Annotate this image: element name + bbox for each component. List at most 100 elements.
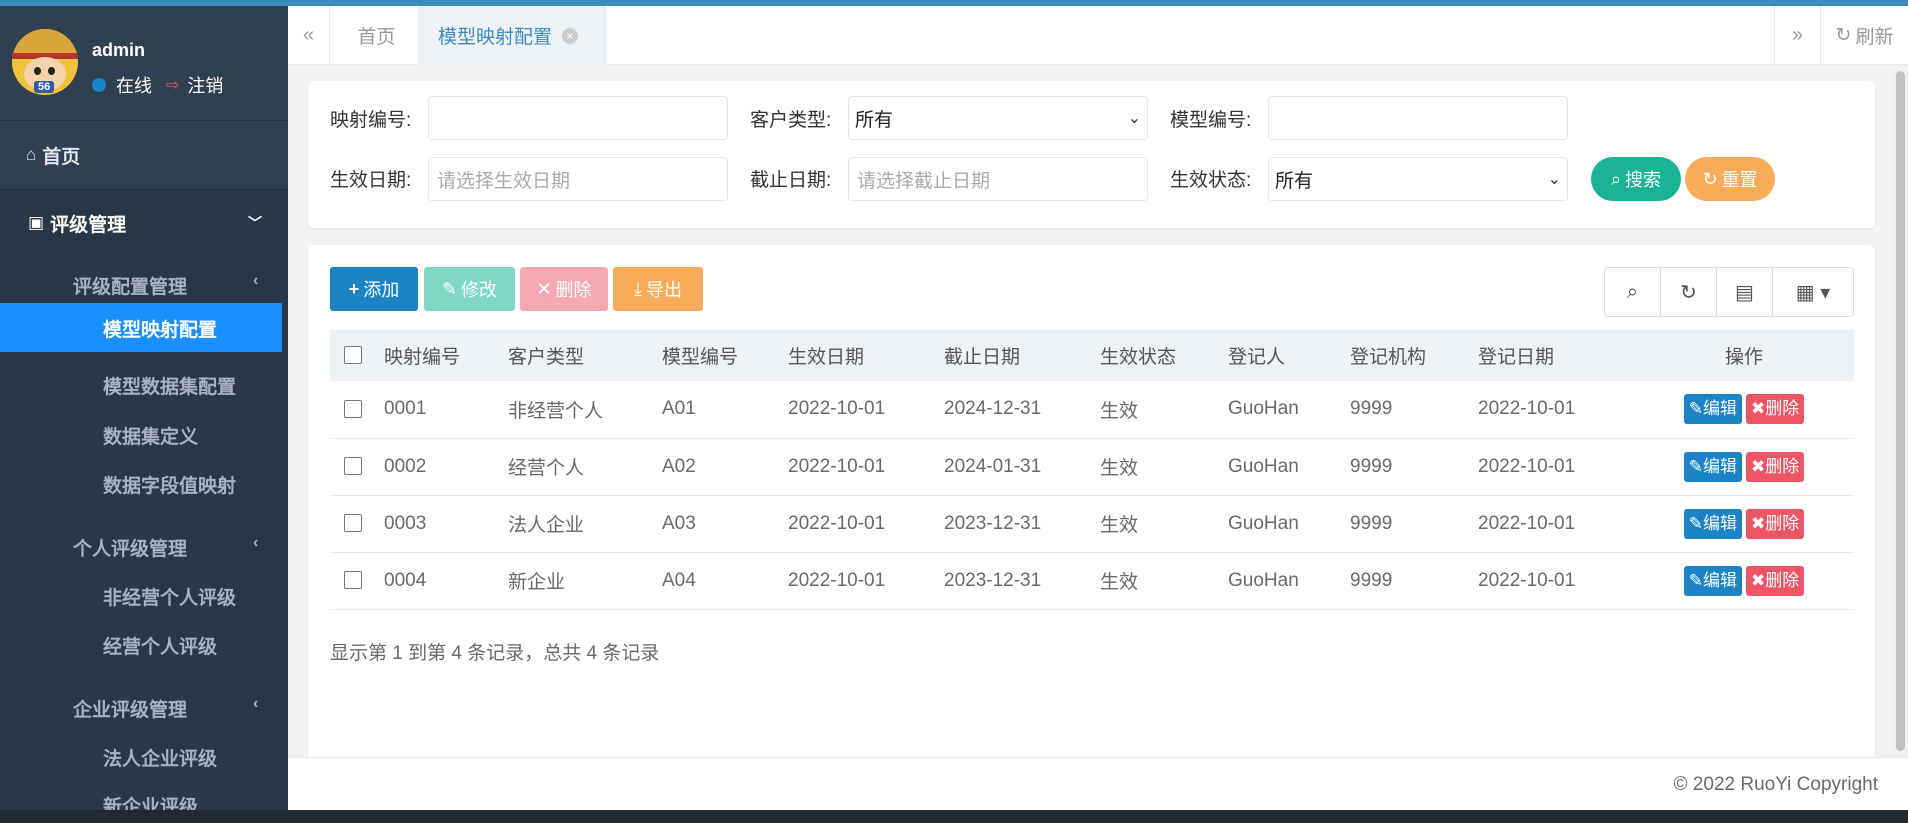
customer-type-label: 客户类型:: [750, 110, 832, 131]
cell-end-date: 2023-12-31: [940, 495, 1096, 553]
row-edit-button[interactable]: ✎编辑: [1683, 508, 1742, 539]
cell-status: 生效: [1096, 495, 1224, 553]
cell-end-date: 2024-12-31: [940, 381, 1096, 439]
edit-button[interactable]: ✎ 修改: [424, 267, 515, 311]
mapping-no-input[interactable]: [428, 96, 728, 140]
copyright: © 2022 RuoYi Copyright: [1673, 774, 1878, 795]
column-header[interactable]: 登记机构: [1346, 330, 1474, 381]
edit-icon: ✎: [1688, 570, 1703, 590]
search-icon[interactable]: ⌕: [1605, 268, 1661, 316]
cell-effective-date: 2022-10-01: [784, 495, 940, 553]
cell-end-date: 2024-01-31: [940, 438, 1096, 496]
row-checkbox[interactable]: [344, 571, 362, 590]
column-header[interactable]: 客户类型: [504, 330, 658, 381]
pagination-info: 显示第 1 到第 4 条记录，总共 4 条记录: [330, 643, 660, 664]
cell-registrant: GuoHan: [1224, 438, 1346, 496]
sidebar-group-personal[interactable]: 个人评级管理 ‹: [73, 534, 258, 561]
select-all-checkbox[interactable]: [344, 346, 362, 365]
tab-model-mapping[interactable]: 模型映射配置 ×: [418, 6, 606, 65]
cell-registrant: GuoHan: [1224, 381, 1346, 439]
cell-status: 生效: [1096, 438, 1224, 496]
cell-model-no: A04: [658, 552, 784, 610]
user-status: 在线 ⇨ 注销: [92, 72, 223, 98]
table-view-icon[interactable]: ▤: [1717, 268, 1773, 316]
refresh-tab-button[interactable]: ↻ 刷新: [1820, 6, 1908, 65]
cell-register-date: 2022-10-01: [1474, 552, 1630, 610]
row-checkbox[interactable]: [344, 514, 362, 533]
refresh-icon[interactable]: ↻: [1661, 268, 1717, 316]
row-delete-button[interactable]: ✖删除: [1746, 451, 1805, 482]
row-checkbox[interactable]: [344, 457, 362, 476]
chevron-down-icon: ⌄: [1547, 171, 1561, 188]
tab-home[interactable]: 首页: [330, 6, 424, 65]
cell-status: 生效: [1096, 552, 1224, 610]
column-header[interactable]: 截止日期: [940, 330, 1096, 381]
logout-link[interactable]: 注销: [187, 72, 223, 98]
column-header[interactable]: 生效状态: [1096, 330, 1224, 381]
sidebar-item-home[interactable]: ⌂ 首页: [0, 120, 288, 190]
table-row[interactable]: 0004 新企业 A04 2022-10-01 2023-12-31 生效 Gu…: [330, 552, 1854, 610]
sidebar-item-model-mapping[interactable]: 模型映射配置: [0, 303, 282, 352]
table-row[interactable]: 0003 法人企业 A03 2022-10-01 2023-12-31 生效 G…: [330, 495, 1854, 553]
chevron-down-icon: ﹀: [248, 215, 262, 231]
table-row[interactable]: 0001 非经营个人 A01 2022-10-01 2024-12-31 生效 …: [330, 381, 1854, 439]
sidebar-group-config[interactable]: 评级配置管理 ‹: [73, 272, 258, 299]
home-icon: ⌂: [26, 145, 37, 164]
customer-type-select[interactable]: 所有 ⌄: [848, 96, 1148, 140]
table-row[interactable]: 0002 经营个人 A02 2022-10-01 2024-01-31 生效 G…: [330, 438, 1854, 496]
sidebar: 56 admin 在线 ⇨ 注销 ⌂ 首页 ▣ 评级管理 ﹀ 评级配置管理 ‹ …: [0, 6, 288, 811]
search-button[interactable]: ⌕ 搜索: [1591, 157, 1681, 201]
column-header[interactable]: 生效日期: [784, 330, 940, 381]
refresh-icon: ↻: [1702, 168, 1718, 189]
reset-button[interactable]: ↻ 重置: [1685, 157, 1775, 201]
cell-registrant: GuoHan: [1224, 495, 1346, 553]
model-no-input[interactable]: [1268, 96, 1568, 140]
delete-button[interactable]: ✕ 删除: [520, 267, 608, 311]
column-header[interactable]: 登记人: [1224, 330, 1346, 381]
cell-customer-type: 非经营个人: [504, 381, 658, 439]
row-edit-button[interactable]: ✎编辑: [1683, 394, 1742, 425]
cell-end-date: 2023-12-31: [940, 552, 1096, 610]
cell-actions: ✎编辑 ✖删除: [1630, 495, 1854, 553]
row-checkbox[interactable]: [344, 400, 362, 419]
row-edit-button[interactable]: ✎编辑: [1683, 451, 1742, 482]
end-date-input[interactable]: 请选择截止日期: [848, 157, 1148, 201]
cell-registrant: GuoHan: [1224, 552, 1346, 610]
page-scrollbar[interactable]: [1893, 65, 1908, 757]
column-header[interactable]: 模型编号: [658, 330, 784, 381]
sidebar-item-field-value-mapping[interactable]: 数据字段值映射: [103, 471, 236, 498]
row-delete-button[interactable]: ✖删除: [1746, 394, 1805, 425]
sidebar-item-rating[interactable]: ▣ 评级管理 ﹀: [0, 190, 288, 256]
table-header-row: 映射编号 客户类型 模型编号 生效日期 截止日期 生效状态 登记人 登记机构 登…: [330, 330, 1854, 381]
columns-icon[interactable]: ▦ ▾: [1773, 268, 1853, 316]
row-edit-button[interactable]: ✎编辑: [1683, 565, 1742, 596]
tab-scroll-left-icon[interactable]: «: [288, 6, 330, 65]
logout-icon[interactable]: ⇨: [166, 75, 179, 95]
sidebar-item-dataset-definition[interactable]: 数据集定义: [103, 422, 198, 449]
column-header[interactable]: 映射编号: [380, 330, 504, 381]
export-button[interactable]: ⤓ 导出: [613, 267, 703, 311]
row-delete-button[interactable]: ✖删除: [1746, 565, 1805, 596]
add-button[interactable]: + 添加: [330, 267, 418, 311]
avatar[interactable]: 56: [12, 29, 78, 95]
close-icon[interactable]: ×: [562, 27, 579, 44]
sidebar-item-non-business-personal[interactable]: 非经营个人评级: [103, 583, 236, 610]
row-delete-button[interactable]: ✖删除: [1746, 508, 1805, 539]
chevron-left-icon: ‹: [253, 272, 259, 289]
effective-date-input[interactable]: 请选择生效日期: [428, 157, 728, 201]
tab-scroll-right-icon[interactable]: »: [1774, 6, 1820, 65]
cell-register-date: 2022-10-01: [1474, 495, 1630, 553]
status-select[interactable]: 所有 ⌄: [1268, 157, 1568, 201]
sidebar-group-enterprise[interactable]: 企业评级管理 ‹: [73, 695, 258, 722]
column-header: 操作: [1724, 347, 1763, 368]
sidebar-item-model-dataset[interactable]: 模型数据集配置: [103, 372, 236, 399]
data-table: 映射编号 客户类型 模型编号 生效日期 截止日期 生效状态 登记人 登记机构 登…: [330, 330, 1854, 610]
column-header[interactable]: 登记日期: [1474, 330, 1630, 381]
refresh-icon: ↻: [1835, 25, 1852, 46]
sidebar-item-business-personal[interactable]: 经营个人评级: [103, 632, 217, 659]
user-panel: 56 admin 在线 ⇨ 注销: [0, 6, 288, 120]
online-dot-icon: [92, 78, 106, 92]
cell-actions: ✎编辑 ✖删除: [1630, 552, 1854, 610]
sidebar-item-legal-enterprise[interactable]: 法人企业评级: [103, 744, 217, 771]
sidebar-item-new-enterprise[interactable]: 新企业评级: [103, 792, 198, 811]
